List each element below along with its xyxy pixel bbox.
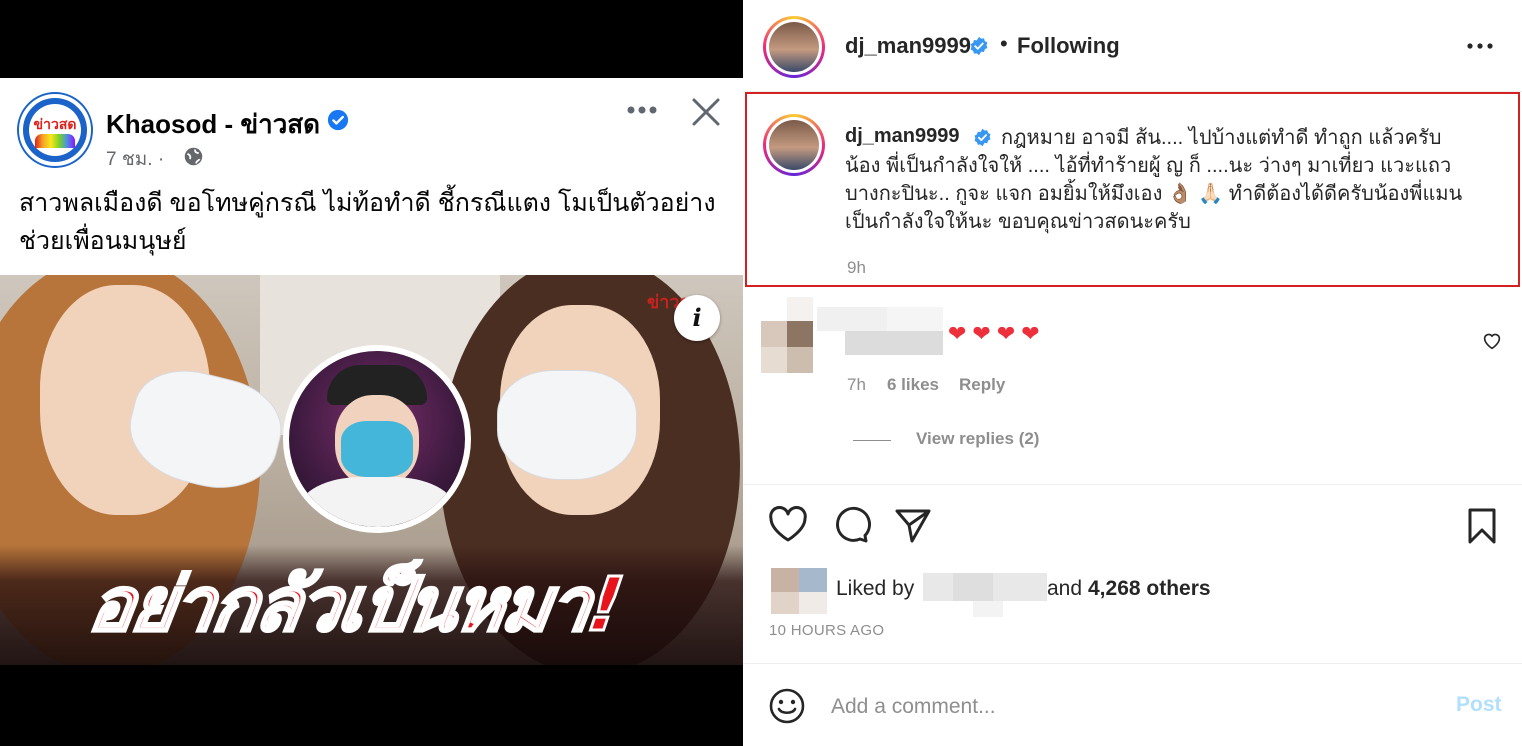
header-separator-dot: • bbox=[1000, 31, 1008, 56]
instagram-post-panel: dj_man9999 • Following กฎหมาย อาจมี ส้น.… bbox=[743, 0, 1522, 746]
like-heart-icon[interactable] bbox=[768, 506, 808, 544]
facebook-post-screenshot: ข่าวสด Khaosod - ข่าวสด 7 ชม. · สาวพลเมื… bbox=[0, 0, 743, 746]
comment-bubble-icon[interactable] bbox=[831, 506, 871, 544]
photo-mask-right bbox=[497, 370, 637, 480]
photo-shirt-center bbox=[299, 477, 455, 527]
blur-cell bbox=[953, 573, 993, 601]
facebook-post-card: ข่าวสด Khaosod - ข่าวสด 7 ชม. · สาวพลเมื… bbox=[0, 78, 743, 665]
liked-by-avatars-blurred[interactable] bbox=[771, 568, 829, 614]
post-comment-button[interactable]: Post bbox=[1456, 693, 1502, 717]
logo-rainbow bbox=[35, 134, 75, 148]
blurred-commenter bbox=[761, 297, 946, 373]
comment-likes[interactable]: 6 likes bbox=[887, 375, 939, 395]
emoji-smiley-icon[interactable] bbox=[768, 687, 806, 725]
add-comment-input[interactable] bbox=[831, 690, 1431, 724]
blur-cell bbox=[761, 321, 787, 347]
photo-banner-text: อย่ากลัวเป็นหมา! bbox=[82, 561, 628, 650]
reply-button[interactable]: Reply bbox=[959, 375, 1005, 395]
avatar-ring bbox=[766, 19, 822, 75]
post-timestamp[interactable]: 7 ชม. · bbox=[106, 144, 164, 174]
verified-badge-icon bbox=[970, 36, 988, 56]
info-icon[interactable]: i bbox=[674, 295, 720, 341]
comment-hearts: ❤❤❤❤ bbox=[948, 321, 1046, 346]
caption-username[interactable]: dj_man9999 bbox=[845, 125, 960, 148]
avatar-image bbox=[769, 22, 819, 72]
header-avatar[interactable] bbox=[763, 16, 825, 78]
share-paper-plane-icon[interactable] bbox=[893, 506, 933, 544]
logo-text: ข่าวสด bbox=[33, 117, 77, 133]
header-username[interactable]: dj_man9999 bbox=[845, 33, 971, 59]
post-photo[interactable]: อย่ากลัวเป็นหมา! ข่าวสด i bbox=[0, 275, 743, 665]
view-replies-button[interactable]: View replies (2) bbox=[916, 429, 1039, 449]
blur-cell bbox=[845, 331, 943, 355]
comment-input-divider bbox=[743, 663, 1522, 664]
blur-cell bbox=[771, 568, 799, 592]
more-options-icon[interactable] bbox=[624, 96, 660, 124]
page-name[interactable]: Khaosod - ข่าวสด bbox=[106, 104, 320, 145]
blur-cell bbox=[787, 297, 813, 321]
replies-divider-line bbox=[853, 440, 891, 441]
post-date[interactable]: 10 HOURS AGO bbox=[769, 622, 884, 639]
liked-by-label: Liked by bbox=[836, 577, 915, 600]
comment-like-heart-icon[interactable] bbox=[1482, 332, 1502, 350]
globe-icon bbox=[184, 147, 203, 166]
comment-time[interactable]: 7h bbox=[847, 375, 866, 395]
verified-badge-icon bbox=[974, 128, 991, 147]
blur-cell bbox=[817, 307, 887, 331]
verified-badge-icon bbox=[327, 109, 349, 131]
blur-cell bbox=[787, 347, 813, 373]
caption-time[interactable]: 9h bbox=[847, 258, 866, 278]
bookmark-icon[interactable] bbox=[1464, 506, 1500, 546]
photo-inset-circle bbox=[283, 345, 471, 533]
blur-cell bbox=[887, 307, 943, 331]
blur-cell bbox=[771, 592, 799, 614]
more-options-icon[interactable] bbox=[1465, 36, 1495, 56]
following-button[interactable]: Following bbox=[1017, 33, 1120, 59]
liked-others-count[interactable]: 4,268 others bbox=[1088, 577, 1211, 601]
blurred-liker-name[interactable] bbox=[923, 573, 1047, 617]
blur-cell bbox=[799, 592, 827, 614]
liked-and-label: and bbox=[1047, 577, 1083, 600]
post-headline: สาวพลเมืองดี ขอโทษคู่กรณี ไม่ท้อทำดี ชี้… bbox=[19, 189, 716, 255]
blur-cell bbox=[973, 601, 1003, 617]
avatar-image bbox=[769, 120, 819, 170]
caption-avatar[interactable] bbox=[763, 114, 825, 176]
khaosod-logo[interactable]: ข่าวสด bbox=[19, 94, 91, 166]
blur-cell bbox=[787, 321, 813, 347]
avatar-ring bbox=[766, 117, 822, 173]
blur-cell bbox=[799, 568, 827, 592]
photo-mask-center bbox=[341, 421, 413, 477]
blur-cell bbox=[761, 347, 787, 373]
actions-divider bbox=[743, 484, 1522, 485]
close-icon[interactable] bbox=[688, 94, 724, 130]
